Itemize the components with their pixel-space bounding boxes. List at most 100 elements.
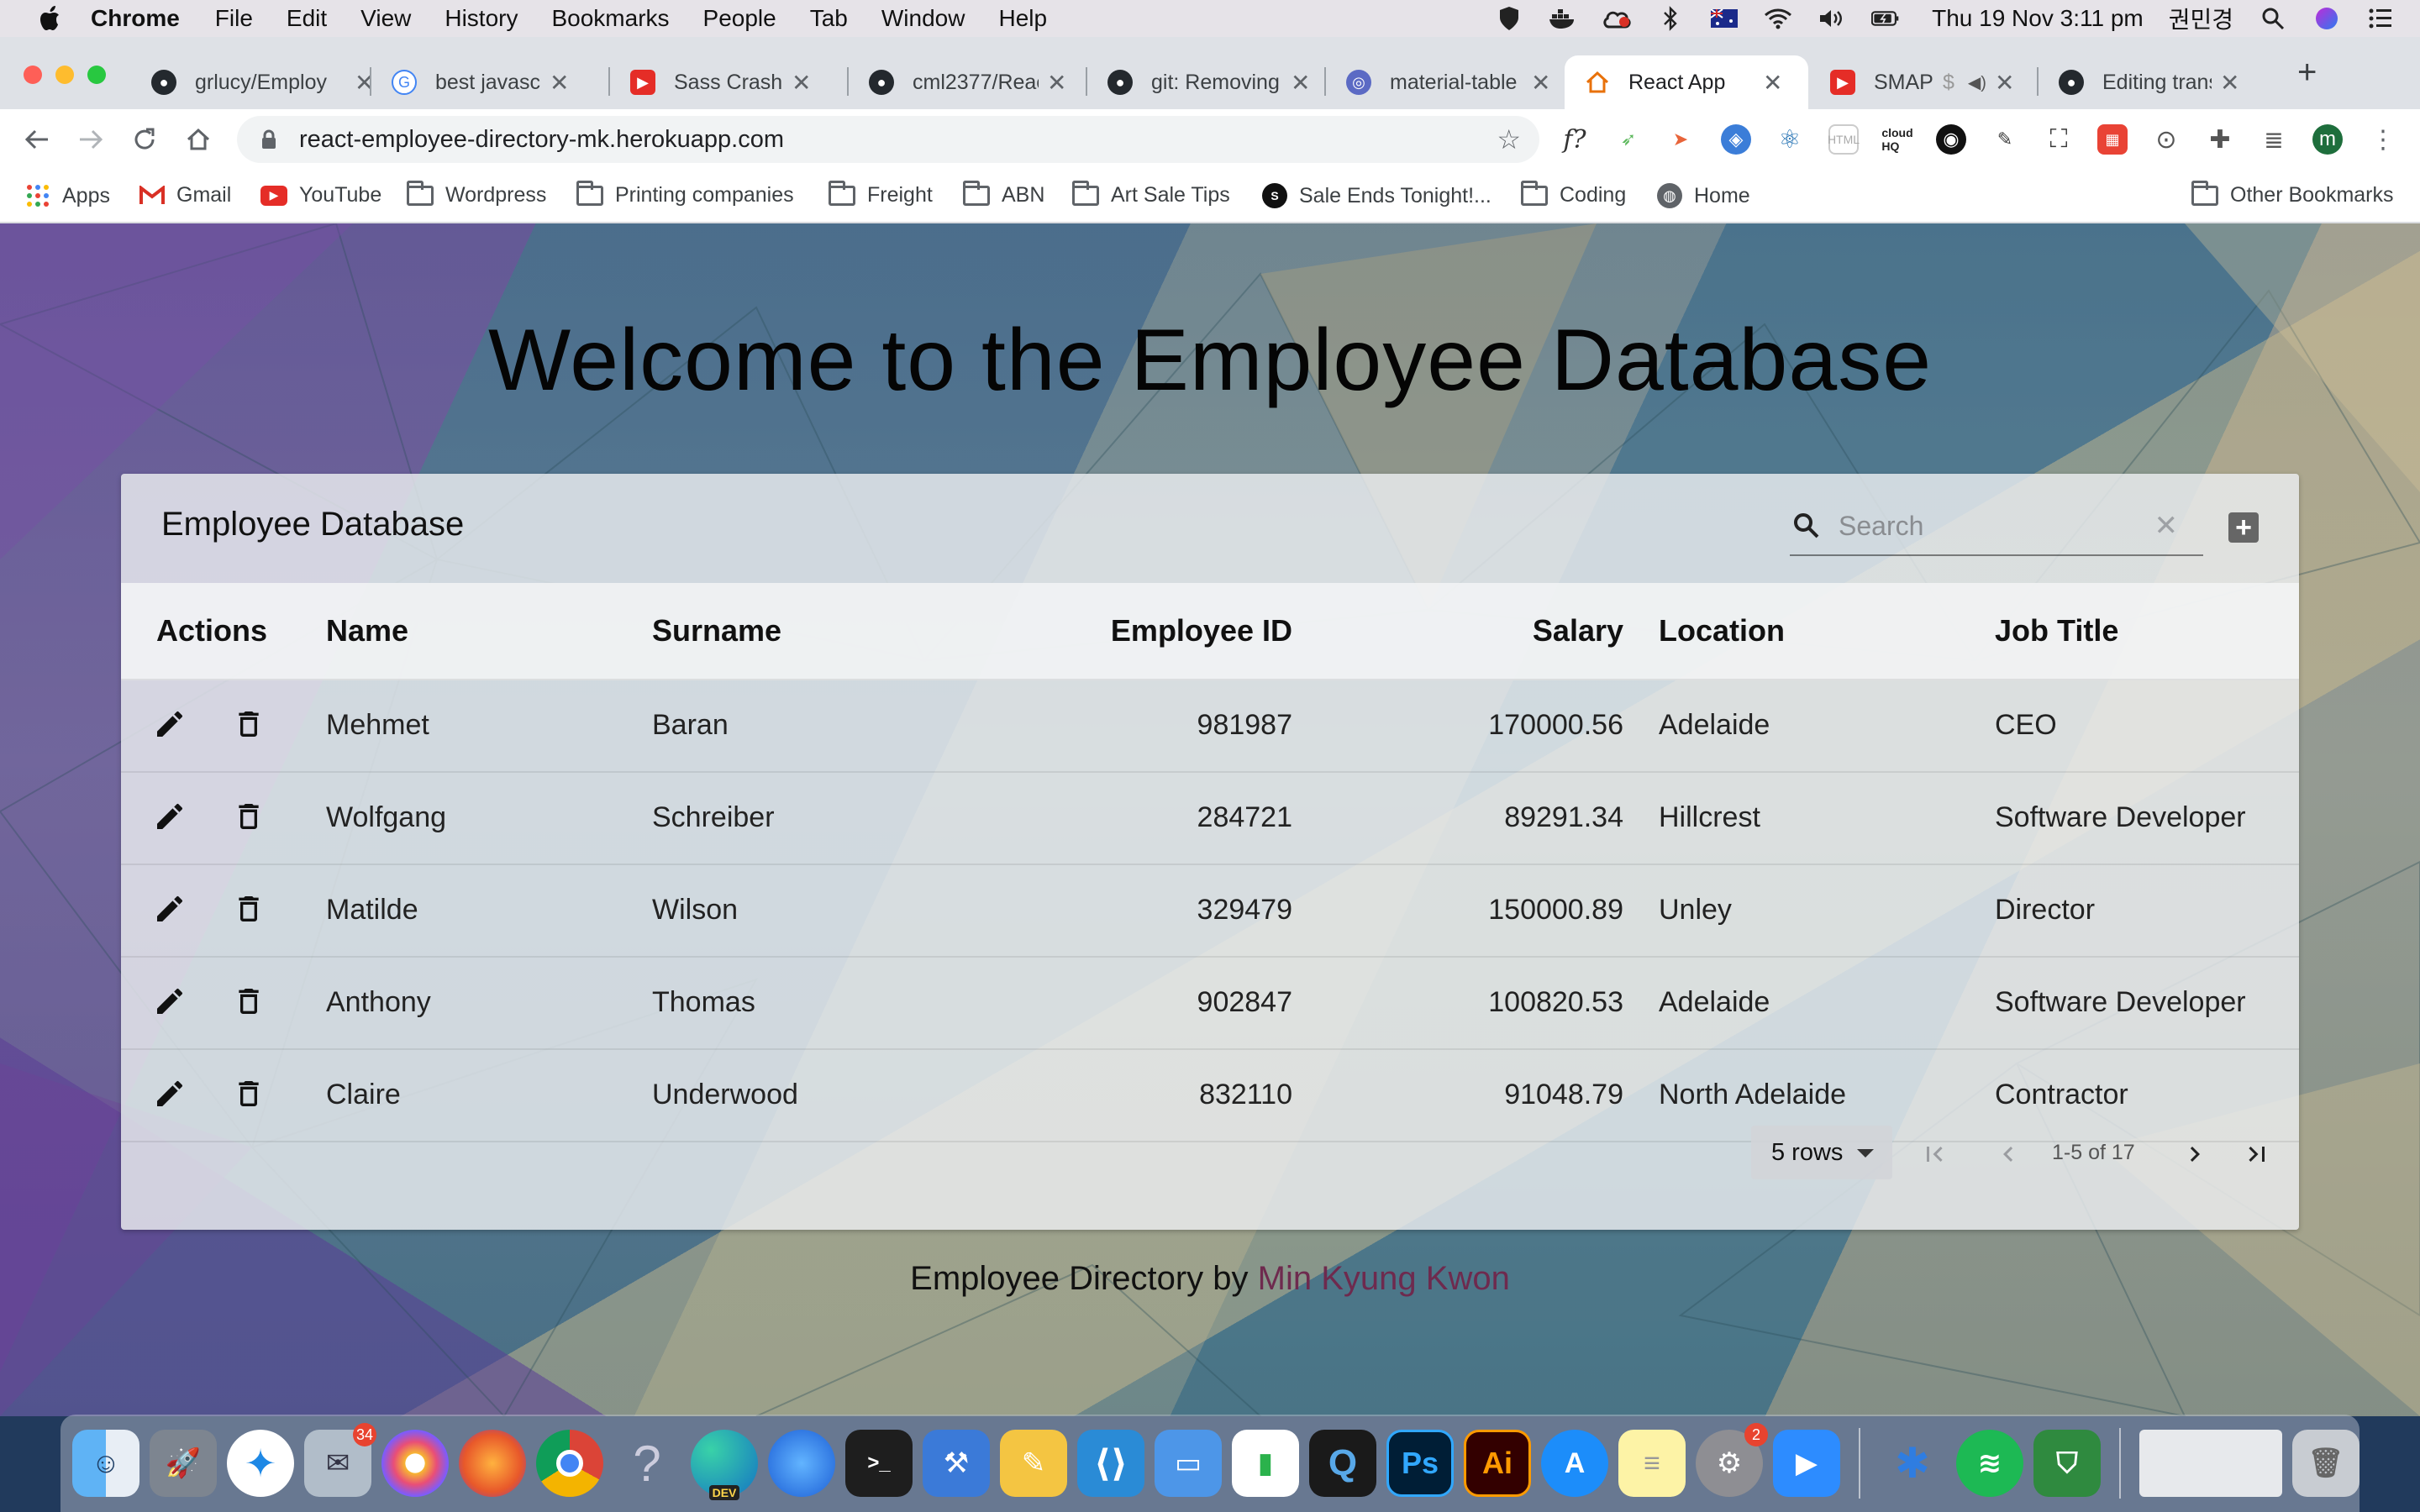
formula-extension-icon[interactable]: f? (1560, 124, 1590, 155)
menu-people[interactable]: People (703, 5, 776, 32)
delete-trash-icon[interactable] (230, 798, 267, 835)
extensions-puzzle-icon[interactable]: ✚ (2205, 124, 2235, 155)
apple-icon[interactable] (34, 3, 66, 34)
bookmark-sale-ends[interactable]: S Sale Ends Tonight!... (1262, 183, 1491, 208)
wifi-icon[interactable] (1764, 6, 1792, 31)
close-tab-icon[interactable]: ✕ (792, 69, 811, 97)
xcode-icon[interactable]: ⚒ (923, 1430, 990, 1497)
close-tab-icon[interactable]: ✕ (550, 69, 569, 97)
menu-window[interactable]: Window (881, 5, 965, 32)
browser-tab-active[interactable]: React App ✕ (1565, 55, 1808, 109)
colorpicker-extension-icon[interactable]: ✎ (1990, 124, 2020, 155)
menu-app-name[interactable]: Chrome (91, 5, 180, 32)
reading-list-icon[interactable]: ≣ (2259, 124, 2289, 155)
redirect-extension-icon[interactable]: ➤ (1665, 124, 1696, 155)
spotlight-search-icon[interactable] (2259, 6, 2287, 31)
browser-tab[interactable]: G best javascrip ✕ (371, 55, 589, 109)
browser-tab[interactable]: ● git: Removing ✕ (1087, 55, 1330, 109)
terminal-icon[interactable]: >_ (845, 1430, 913, 1497)
close-tab-icon[interactable]: ✕ (1047, 69, 1066, 97)
spotify-icon[interactable]: ≋ (1956, 1430, 2023, 1497)
screenshot-extension-icon[interactable]: ⛶ (2044, 124, 2074, 155)
quicktime-icon[interactable]: Q (1309, 1430, 1376, 1497)
leaf-extension-icon[interactable]: ➶ (1613, 124, 1644, 155)
home-button-icon[interactable] (182, 123, 215, 156)
close-tab-icon[interactable]: ✕ (1763, 69, 1782, 97)
close-tab-icon[interactable]: ✕ (2220, 69, 2239, 97)
search-input[interactable] (1839, 510, 2141, 542)
browser-tab[interactable]: ◎ material-table ✕ (1326, 55, 1570, 109)
notes-icon[interactable]: ≡ (1618, 1430, 1686, 1497)
forward-arrow-icon[interactable] (74, 123, 108, 156)
edit-pencil-icon[interactable] (151, 706, 188, 743)
menu-history[interactable]: History (445, 5, 518, 32)
bookmark-youtube[interactable]: ▶ YouTube (260, 183, 381, 207)
back-arrow-icon[interactable] (20, 123, 54, 156)
bookmark-apps[interactable]: Apps (25, 183, 110, 208)
reload-icon[interactable] (128, 123, 161, 156)
bookmark-folder-coding[interactable]: Coding (1521, 180, 1626, 207)
menu-view[interactable]: View (360, 5, 411, 32)
mail-icon[interactable]: ✉ 34 (304, 1423, 376, 1497)
firefox-icon[interactable] (459, 1430, 526, 1497)
edit-pencil-icon[interactable] (151, 1075, 188, 1112)
numbers-icon[interactable]: ▮ (1232, 1430, 1299, 1497)
author-link[interactable]: Min Kyung Kwon (1258, 1260, 1510, 1297)
vpn-shield-dock-icon[interactable]: ⛉ (2033, 1430, 2101, 1497)
edit-pencil-icon[interactable] (151, 983, 188, 1020)
notification-center-icon[interactable] (2366, 6, 2395, 31)
bookmark-folder-wordpress[interactable]: Wordpress (407, 180, 546, 207)
illustrator-icon[interactable]: Ai (1464, 1430, 1531, 1497)
compass-extension-icon[interactable]: ◈ (1721, 124, 1751, 155)
system-preferences-icon[interactable]: ⚙ 2 (1696, 1423, 1768, 1497)
column-header-surname[interactable]: Surname (652, 613, 781, 648)
bookmark-star-icon[interactable]: ☆ (1497, 123, 1521, 155)
last-page-icon[interactable] (2240, 1137, 2274, 1171)
html-extension-icon[interactable]: HTML (1828, 124, 1860, 155)
launchpad-icon[interactable]: 🚀 (150, 1430, 217, 1497)
vscode-icon[interactable]: ⟨⟩ (1077, 1430, 1144, 1497)
new-tab-icon[interactable]: + (2297, 54, 2317, 92)
chrome-menu-icon[interactable]: ⋮ (2368, 124, 2398, 155)
bookmark-home[interactable]: ◍ Home (1657, 183, 1750, 208)
cloudhq-extension-icon[interactable]: cloud HQ (1881, 124, 1912, 155)
bookmark-folder-art-sale-tips[interactable]: Art Sale Tips (1072, 180, 1230, 207)
zoom-icon[interactable]: ▶ (1773, 1430, 1840, 1497)
column-header-employee-id[interactable]: Employee ID (1111, 613, 1292, 648)
bookmark-folder-printing[interactable]: Printing companies (576, 180, 794, 207)
thunderbird-icon[interactable] (768, 1430, 835, 1497)
close-window-button[interactable] (24, 66, 42, 84)
battery-charging-icon[interactable] (1871, 6, 1900, 31)
delete-trash-icon[interactable] (230, 983, 267, 1020)
column-header-job-title[interactable]: Job Title (1995, 613, 2118, 648)
menu-help[interactable]: Help (998, 5, 1047, 32)
tab-audio-icon[interactable]: ◀) (1968, 72, 1986, 93)
browser-tab[interactable]: ▶ SMAP $ ◀) ✕ (1810, 55, 2034, 109)
app-store-icon[interactable]: A (1541, 1430, 1608, 1497)
finder-icon[interactable]: ☺ (72, 1430, 139, 1497)
menu-file[interactable]: File (215, 5, 253, 32)
photos-icon[interactable] (381, 1430, 449, 1497)
bookmark-other[interactable]: Other Bookmarks (2191, 180, 2394, 207)
unknown-app-icon[interactable]: ? (613, 1430, 681, 1497)
browser-tab[interactable]: ● Editing transa ✕ (2039, 55, 2260, 109)
trash-icon[interactable]: 🗑 (2292, 1430, 2360, 1497)
menu-tab[interactable]: Tab (810, 5, 848, 32)
react-devtools-icon[interactable]: ⚛ (1775, 124, 1805, 155)
column-header-location[interactable]: Location (1659, 613, 1785, 648)
rows-per-page-select[interactable]: 5 rows (1751, 1126, 1892, 1179)
edit-pencil-icon[interactable] (151, 798, 188, 835)
edge-dev-icon[interactable]: DEV (691, 1430, 758, 1500)
bookmark-gmail[interactable]: Gmail (139, 183, 231, 207)
menubar-user[interactable]: 권민경 (2169, 2, 2233, 35)
minimized-windows-icon[interactable] (2139, 1430, 2282, 1497)
clear-search-icon[interactable]: ✕ (2154, 509, 2179, 543)
siri-icon[interactable] (2312, 6, 2341, 31)
menubar-clock[interactable]: Thu 19 Nov 3:11 pm (1932, 5, 2144, 32)
docker-icon[interactable] (1549, 6, 1577, 31)
australia-flag-icon[interactable] (1710, 6, 1739, 31)
bookmark-folder-abn[interactable]: ABN (963, 180, 1044, 207)
menu-edit[interactable]: Edit (287, 5, 327, 32)
delete-trash-icon[interactable] (230, 890, 267, 927)
next-page-icon[interactable] (2178, 1137, 2212, 1171)
